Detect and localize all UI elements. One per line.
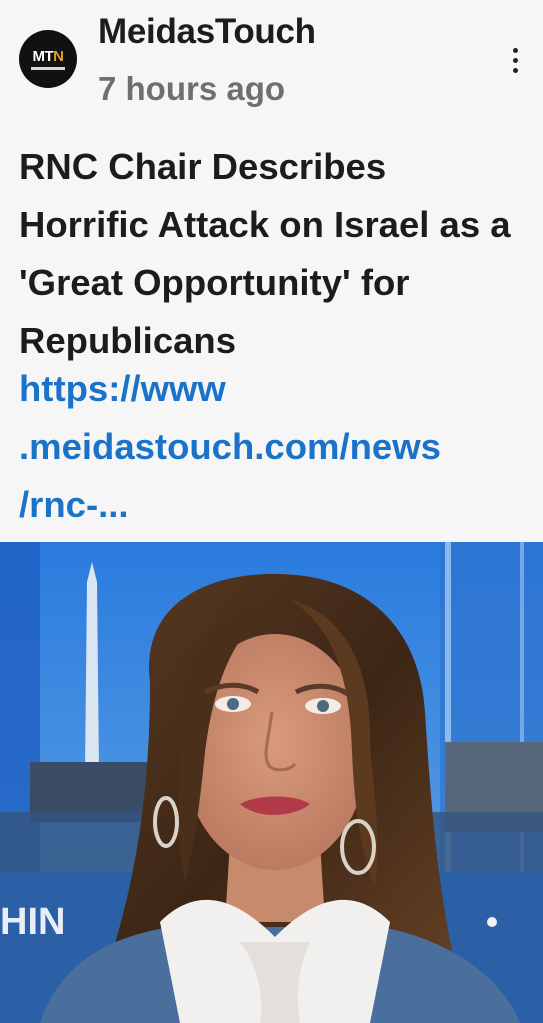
news-post: MTN MeidasTouch 7 hours ago RNC Chair De… <box>0 0 543 1023</box>
post-image-illustration: HIN <box>0 542 543 1023</box>
post-image[interactable]: HIN <box>0 542 543 1023</box>
page-name[interactable]: MeidasTouch <box>98 12 316 52</box>
link-line[interactable]: /rnc-... <box>19 476 529 534</box>
post-timestamp[interactable]: 7 hours ago <box>98 70 285 108</box>
link-line[interactable]: .meidastouch.com/news <box>19 418 529 476</box>
link-line[interactable]: https://www <box>19 360 529 418</box>
page-avatar[interactable]: MTN <box>19 30 77 88</box>
avatar-logo-strip <box>31 66 65 70</box>
vertical-ellipsis-icon <box>512 47 518 53</box>
image-caption-fragment: HIN <box>0 901 65 943</box>
post-header: MTN MeidasTouch 7 hours ago <box>0 0 543 130</box>
article-link[interactable]: https://www .meidastouch.com/news /rnc-.… <box>19 360 529 534</box>
avatar-logo-text: MTN <box>32 47 64 65</box>
more-options-button[interactable] <box>500 40 530 80</box>
post-headline: RNC Chair Describes Horrific Attack on I… <box>19 146 511 361</box>
